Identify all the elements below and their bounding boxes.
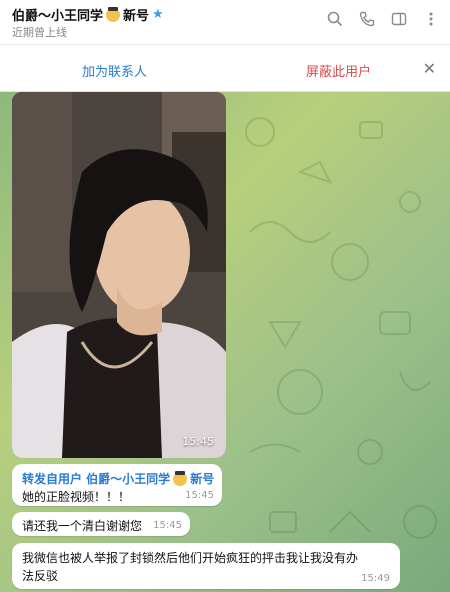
- chat-title-name: 伯爵～小王同学: [12, 9, 104, 24]
- graduate-emoji-icon: [173, 470, 188, 486]
- forwarded-from-label[interactable]: 转发自用户 伯爵～小王同学 新号: [22, 470, 214, 487]
- star-icon: ★: [152, 7, 164, 22]
- sidebar-icon[interactable]: [390, 10, 408, 28]
- message-time: 15:45: [153, 520, 182, 531]
- forwarded-from-text: 转发自用户 伯爵～小王同学: [22, 472, 171, 486]
- message-text: 请还我一个清白谢谢您: [22, 519, 143, 533]
- forwarded-from-suffix: 新号: [190, 472, 215, 486]
- message-text: 她的正脸视频！！！: [22, 490, 131, 504]
- phone-icon[interactable]: [358, 10, 376, 28]
- message-bubble[interactable]: 请还我一个清白谢谢您 15:45: [12, 512, 190, 536]
- message-text: 我微信也被人举报了封锁然后他们开始疯狂的抨击我让我没有办法反驳: [22, 551, 359, 583]
- more-vertical-icon[interactable]: [422, 10, 440, 28]
- message-time: 15:49: [361, 573, 390, 584]
- video-timestamp: 15:45: [182, 435, 214, 448]
- forwarded-message-bubble[interactable]: 转发自用户 伯爵～小王同学 新号 她的正脸视频！！！ 15:45: [12, 464, 222, 506]
- chat-title-suffix: 新号: [123, 9, 150, 24]
- graduate-emoji-icon: [106, 6, 121, 22]
- video-message[interactable]: 15:45: [12, 92, 226, 458]
- chat-header: 伯爵～小王同学 新号 ★ 近期曾上线: [0, 0, 450, 44]
- chat-area[interactable]: 15:45 转发自用户 伯爵～小王同学 新号 她的正脸视频！！！ 15:45 请…: [0, 92, 450, 592]
- close-icon[interactable]: ✕: [423, 59, 436, 78]
- search-icon[interactable]: [326, 10, 344, 28]
- video-thumbnail: [12, 92, 226, 458]
- last-seen-status: 近期曾上线: [12, 26, 67, 39]
- message-time: 15:45: [185, 490, 214, 501]
- chat-title[interactable]: 伯爵～小王同学 新号 ★: [12, 5, 164, 24]
- add-contact-button[interactable]: 加为联系人: [82, 61, 147, 80]
- message-bubble[interactable]: 我微信也被人举报了封锁然后他们开始疯狂的抨击我让我没有办法反驳 15:49: [12, 543, 400, 589]
- action-bar: 加为联系人 屏蔽此用户 ✕: [0, 44, 450, 92]
- block-user-button[interactable]: 屏蔽此用户: [306, 61, 371, 80]
